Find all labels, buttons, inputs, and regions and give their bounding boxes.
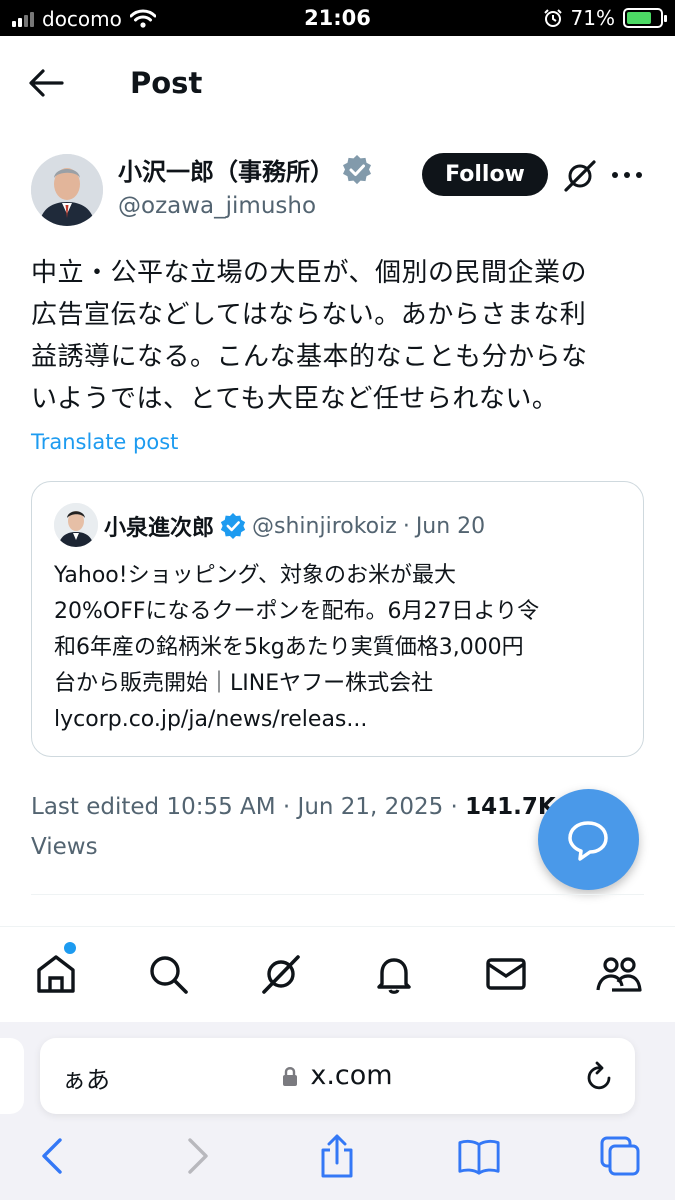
quote-separator: · — [402, 513, 410, 539]
nav-messages[interactable] — [481, 949, 531, 999]
lock-icon — [283, 1066, 298, 1086]
battery-icon — [623, 8, 667, 28]
back-arrow-icon[interactable] — [26, 66, 66, 100]
chevron-right-icon — [188, 1138, 208, 1174]
post-text-line: 広告宣伝などしてはならない。あからさまな利 — [31, 300, 587, 330]
post-text: 中立・公平な立場の大臣が、個別の民間企業の 広告宣伝などしてはならない。あからさ… — [31, 252, 643, 420]
url-text: x.com — [310, 1060, 393, 1091]
notifications-icon — [377, 958, 411, 994]
communities-icon — [596, 957, 642, 992]
nav-grok[interactable] — [256, 949, 306, 999]
book-icon — [458, 1139, 500, 1175]
nav-home[interactable] — [31, 949, 81, 999]
bookmarks-button[interactable] — [457, 1134, 501, 1178]
quote-text: Yahoo!ショッピング、対象のお米が最大 20%OFFになるクーポンを配布。6… — [54, 558, 634, 738]
chevron-left-icon — [42, 1138, 62, 1174]
translate-post-link[interactable]: Translate post — [31, 430, 178, 454]
tabs-button[interactable] — [598, 1134, 642, 1178]
post-text-line: 中立・公平な立場の大臣が、個別の民間企業の — [31, 258, 587, 288]
reload-icon[interactable] — [583, 1058, 615, 1094]
avatar-image — [31, 154, 103, 226]
follow-button[interactable]: Follow — [422, 153, 548, 196]
status-bar: docomo 21:06 71% — [0, 0, 675, 36]
page-title: Post — [130, 66, 203, 100]
quote-header: 小泉進次郎 @shinjirokoiz · Jun 20 — [104, 510, 485, 542]
nav-search[interactable] — [143, 949, 193, 999]
post-meta: Last edited 10:55 AM · Jun 21, 2025 · 14… — [31, 787, 591, 867]
battery-percent: 71% — [570, 6, 615, 30]
browser-back-button[interactable] — [30, 1134, 74, 1178]
post-header: Post — [0, 36, 675, 132]
reply-bubble-icon — [568, 821, 608, 861]
search-icon — [150, 956, 188, 994]
author-handle[interactable]: @ozawa_jimusho — [118, 193, 316, 219]
quote-text-line: 20%OFFになるクーポンを配布。6月27日より令 — [54, 599, 540, 624]
quoted-post[interactable]: 小泉進次郎 @shinjirokoiz · Jun 20 Yahoo!ショッピン… — [31, 481, 644, 757]
url-display[interactable]: x.com — [40, 1060, 635, 1091]
nav-communities[interactable] — [594, 949, 644, 999]
address-bar[interactable]: ぁあ x.com — [40, 1038, 635, 1114]
status-right: 71% — [543, 6, 667, 30]
verified-badge-icon — [220, 513, 246, 539]
nav-notifications[interactable] — [369, 949, 419, 999]
author-name-row[interactable]: 小沢一郎（事務所） — [118, 152, 372, 187]
home-notification-dot — [64, 942, 76, 954]
quote-link-line[interactable]: lycorp.co.jp/ja/news/releas... — [54, 702, 634, 738]
compose-reply-button[interactable] — [538, 789, 639, 890]
quote-text-line: 台から販売開始｜LINEヤフー株式会社 — [54, 671, 434, 696]
quote-date: Jun 20 — [415, 513, 486, 539]
edited-timestamp[interactable]: Last edited 10:55 AM · Jun 21, 2025 · — [31, 794, 458, 820]
home-icon — [37, 955, 75, 993]
more-options-icon[interactable] — [610, 165, 644, 185]
post-text-line: 益誘導になる。こんな基本的なことも分からな — [31, 342, 588, 372]
author-avatar[interactable] — [31, 154, 103, 226]
quote-author-avatar — [54, 503, 98, 547]
bottom-nav — [0, 926, 675, 1024]
quote-text-line: 和6年産の銘柄米を5kgあたり実質価格3,000円 — [54, 635, 524, 660]
share-button[interactable] — [315, 1134, 359, 1178]
share-icon — [321, 1134, 353, 1178]
divider — [31, 894, 644, 895]
browser-forward-button[interactable] — [176, 1134, 220, 1178]
grok-icon — [262, 955, 300, 994]
quote-text-line: Yahoo!ショッピング、対象のお米が最大 — [54, 563, 457, 588]
views-label: Views — [31, 834, 98, 860]
alarm-icon — [543, 9, 562, 27]
quote-avatar-image — [54, 503, 98, 547]
tabs-icon — [600, 1136, 640, 1176]
quote-author-handle: @shinjirokoiz — [252, 513, 397, 539]
messages-icon — [486, 958, 526, 990]
author-name[interactable]: 小沢一郎（事務所） — [118, 152, 334, 187]
verified-badge-icon — [343, 154, 371, 184]
grok-icon[interactable] — [562, 160, 598, 192]
previous-tab-peek[interactable] — [0, 1038, 24, 1114]
quote-author-name: 小泉進次郎 — [104, 516, 215, 541]
post-text-line: いようでは、とても大臣など任せられない。 — [31, 384, 559, 414]
